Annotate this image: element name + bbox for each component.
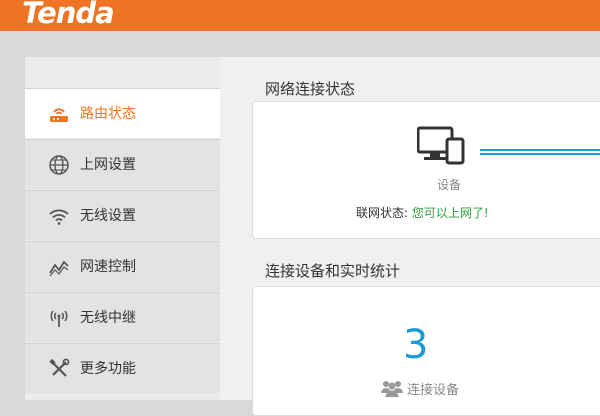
sidebar-item-label: 无线设置 <box>80 208 136 224</box>
sidebar-item-label: 无线中继 <box>80 310 136 326</box>
sidebar-item-router-status[interactable]: 路由状态 <box>25 88 220 138</box>
globe-icon <box>49 155 69 175</box>
users-icon <box>381 381 403 397</box>
sidebar-item-wireless-repeater[interactable]: 无线中继 <box>25 292 220 342</box>
top-bar: Tenda <box>0 0 600 31</box>
connection-status-title: 网络连接状态 <box>265 80 356 98</box>
sidebar-item-label: 网速控制 <box>80 259 136 275</box>
network-status: 联网状态: 您可以上网了! <box>356 206 489 220</box>
sidebar-item-more-functions[interactable]: 更多功能 <box>25 343 220 393</box>
antenna-icon <box>50 310 68 327</box>
speed-chart-icon <box>49 260 69 277</box>
sidebar: 路由状态 上网设置 无线设置 网速控制 无线中继 更多功能 <box>25 57 220 400</box>
devices-icon <box>417 126 465 165</box>
stats-title: 连接设备和实时统计 <box>265 262 401 280</box>
router-icon <box>50 108 68 122</box>
sidebar-item-internet-settings[interactable]: 上网设置 <box>25 139 220 189</box>
connection-line <box>480 149 600 151</box>
stats-card: 3 连接设备 <box>252 286 600 416</box>
sidebar-item-label: 更多功能 <box>80 361 136 377</box>
tools-icon <box>49 358 70 377</box>
sidebar-item-wireless-settings[interactable]: 无线设置 <box>25 190 220 240</box>
sidebar-item-label: 路由状态 <box>80 106 136 122</box>
connection-line <box>480 153 600 155</box>
sidebar-item-label: 上网设置 <box>80 157 136 173</box>
device-label: 设备 <box>437 178 462 192</box>
connected-devices-label: 连接设备 <box>381 379 459 399</box>
network-status-label: 联网状态: <box>356 206 412 220</box>
main-content: 网络连接状态 设备 联网状态: 您可以上网了! 连接设备和实时统计 3 连接设备 <box>220 57 600 416</box>
connection-status-card: 设备 联网状态: 您可以上网了! <box>252 101 600 239</box>
sidebar-item-speed-control[interactable]: 网速控制 <box>25 241 220 291</box>
tenda-logo: Tenda <box>22 0 115 30</box>
network-status-value: 您可以上网了! <box>411 206 489 220</box>
wifi-icon <box>49 209 69 225</box>
connected-device-count[interactable]: 3 <box>403 322 428 368</box>
connected-devices-text: 连接设备 <box>407 383 460 398</box>
